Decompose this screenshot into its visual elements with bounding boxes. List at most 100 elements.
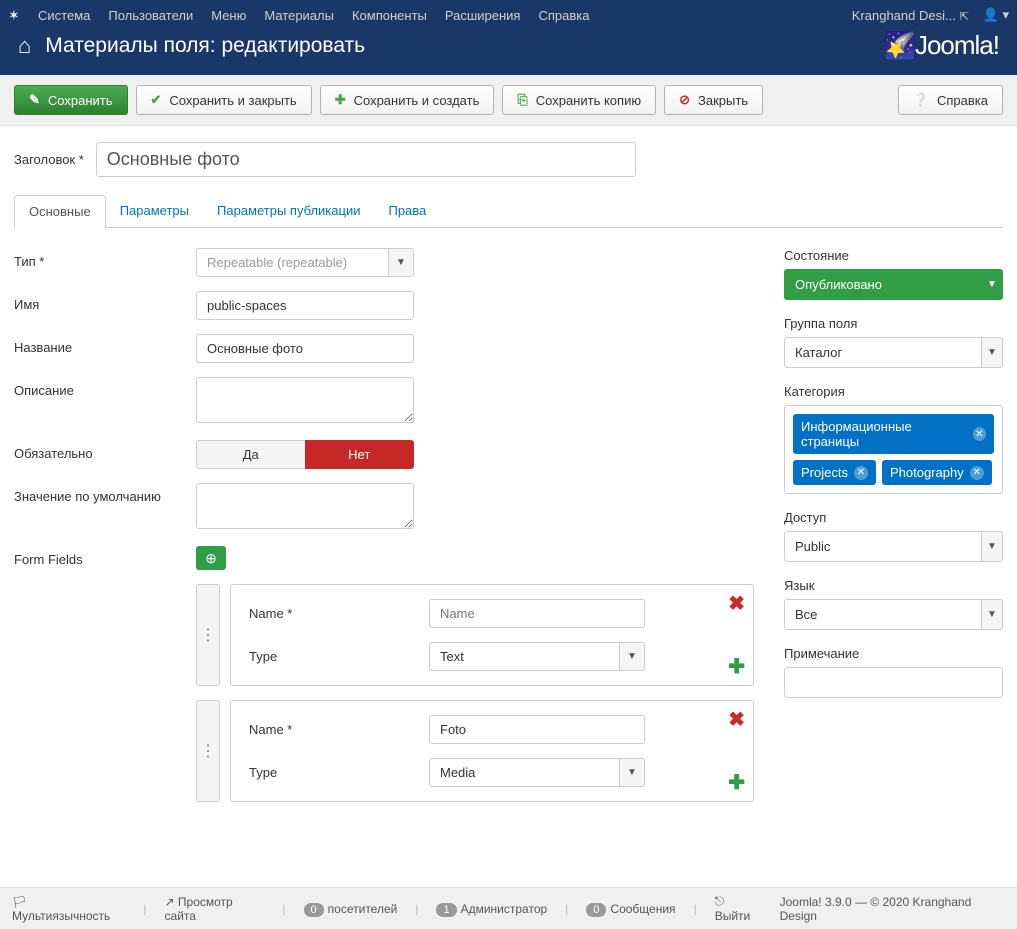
caption-label: Название xyxy=(14,334,196,355)
rf-type-select[interactable]: Media ▼ xyxy=(429,758,645,787)
status-label: Состояние xyxy=(784,248,1003,263)
save-copy-button[interactable]: ⎘Сохранить копию xyxy=(502,85,656,115)
formfields-label: Form Fields xyxy=(14,546,196,567)
default-label: Значение по умолчанию xyxy=(14,483,196,504)
remove-item-button[interactable]: ✖ xyxy=(728,591,745,616)
description-label: Описание xyxy=(14,377,196,398)
remove-tag-icon[interactable]: ✕ xyxy=(970,466,984,480)
messages-link[interactable]: 0Сообщения xyxy=(586,902,675,916)
joomla-icon: ✶ xyxy=(8,7,26,24)
remove-tag-icon[interactable]: ✕ xyxy=(854,466,868,480)
remove-tag-icon[interactable]: ✕ xyxy=(973,427,986,441)
menu-content[interactable]: Материалы xyxy=(264,8,334,23)
cancel-icon: ⊘ xyxy=(679,92,690,108)
multilang-link[interactable]: 🏳 Мультиязычность xyxy=(12,895,125,923)
status-select[interactable]: Опубликовано▼ xyxy=(784,269,1003,300)
view-site-link[interactable]: ↗ Просмотр сайта xyxy=(165,895,265,923)
save-close-button[interactable]: ✔Сохранить и закрыть xyxy=(136,85,312,115)
menu-users[interactable]: Пользователи xyxy=(108,8,193,23)
type-label: Тип * xyxy=(14,248,196,269)
description-textarea[interactable] xyxy=(196,377,414,423)
home-icon: ⌂ xyxy=(18,33,31,59)
drag-handle-icon[interactable]: ⋮ xyxy=(196,584,220,686)
category-label: Категория xyxy=(784,384,1003,399)
copyright: Joomla! 3.9.0 — © 2020 Kranghand Design xyxy=(780,895,1005,923)
category-tag: Информационные страницы✕ xyxy=(793,414,994,454)
category-tagbox[interactable]: Информационные страницы✕ Projects✕ Photo… xyxy=(784,405,1003,494)
access-select[interactable]: Public▼ xyxy=(784,531,1003,562)
menu-components[interactable]: Компоненты xyxy=(352,8,427,23)
rf-name-label: Name * xyxy=(249,722,429,737)
chevron-down-icon: ▼ xyxy=(619,642,645,671)
required-toggle[interactable]: Да Нет xyxy=(196,440,414,469)
add-formfield-button[interactable]: ⊕ xyxy=(196,546,226,570)
tab-general[interactable]: Основные xyxy=(14,195,106,228)
page-title: Материалы поля: редактировать xyxy=(45,34,883,58)
type-select[interactable]: Repeatable (repeatable) ▼ xyxy=(196,248,414,277)
required-yes[interactable]: Да xyxy=(196,440,305,469)
chevron-down-icon: ▼ xyxy=(981,337,1003,368)
drag-handle-icon[interactable]: ⋮ xyxy=(196,700,220,802)
rf-name-label: Name * xyxy=(249,606,429,621)
chevron-down-icon: ▼ xyxy=(981,269,1003,300)
admins-link[interactable]: 1Администратор xyxy=(436,902,547,916)
tabs: Основные Параметры Параметры публикации … xyxy=(14,195,1003,228)
help-button[interactable]: ❔Справка xyxy=(898,85,1003,115)
copy-icon: ⎘ xyxy=(517,92,527,108)
group-label: Группа поля xyxy=(784,316,1003,331)
category-tag: Projects✕ xyxy=(793,460,876,485)
visitors-link[interactable]: 0посетителей xyxy=(304,902,398,916)
action-toolbar: ✎Сохранить ✔Сохранить и закрыть ✚Сохрани… xyxy=(0,75,1017,126)
add-after-button[interactable]: ✚ xyxy=(728,654,745,679)
top-nav: ✶ Система Пользователи Меню Материалы Ко… xyxy=(0,0,1017,30)
save-button[interactable]: ✎Сохранить xyxy=(14,85,128,115)
joomla-brand: 🌠Joomla! xyxy=(884,30,999,61)
title-label: Заголовок * xyxy=(14,152,84,167)
logout-link[interactable]: ⎋ Выйти xyxy=(715,894,762,923)
tab-options[interactable]: Параметры xyxy=(106,195,203,227)
category-tag: Photography✕ xyxy=(882,460,992,485)
title-input[interactable] xyxy=(96,142,636,177)
group-select[interactable]: Каталог▼ xyxy=(784,337,1003,368)
required-no[interactable]: Нет xyxy=(305,440,415,469)
note-input[interactable] xyxy=(784,667,1003,698)
external-icon: ⇱ xyxy=(959,11,968,23)
top-menu: Система Пользователи Меню Материалы Комп… xyxy=(38,8,589,23)
tab-publishing[interactable]: Параметры публикации xyxy=(203,195,374,227)
rf-type-label: Type xyxy=(249,765,429,780)
repeat-item: ⋮ ✖ Name * Type Media ▼ xyxy=(196,700,754,802)
menu-menu[interactable]: Меню xyxy=(211,8,246,23)
add-after-button[interactable]: ✚ xyxy=(728,770,745,795)
question-icon: ❔ xyxy=(913,92,929,108)
note-label: Примечание xyxy=(784,646,1003,661)
name-input[interactable] xyxy=(196,291,414,320)
name-label: Имя xyxy=(14,291,196,312)
rf-name-input[interactable] xyxy=(429,715,645,744)
rf-type-select[interactable]: Text ▼ xyxy=(429,642,645,671)
chevron-down-icon: ▼ xyxy=(619,758,645,787)
menu-system[interactable]: Система xyxy=(38,8,90,23)
access-label: Доступ xyxy=(784,510,1003,525)
repeat-item: ⋮ ✖ Name * Type Text ▼ xyxy=(196,584,754,686)
status-bar: 🏳 Мультиязычность | ↗ Просмотр сайта | 0… xyxy=(0,887,1017,929)
chevron-down-icon: ▼ xyxy=(981,531,1003,562)
tab-permissions[interactable]: Права xyxy=(374,195,440,227)
menu-help[interactable]: Справка xyxy=(538,8,589,23)
rf-type-label: Type xyxy=(249,649,429,664)
required-label: Обязательно xyxy=(14,440,196,461)
site-name-link[interactable]: Kranghand Desi... ⇱ xyxy=(852,8,969,23)
plus-icon: ✚ xyxy=(335,92,346,108)
default-textarea[interactable] xyxy=(196,483,414,529)
check-icon: ✔ xyxy=(151,92,162,108)
menu-extensions[interactable]: Расширения xyxy=(445,8,521,23)
close-button[interactable]: ⊘Закрыть xyxy=(664,85,763,115)
user-menu-icon[interactable]: 👤 ▾ xyxy=(983,7,1009,23)
chevron-down-icon: ▼ xyxy=(388,248,414,277)
language-label: Язык xyxy=(784,578,1003,593)
language-select[interactable]: Все▼ xyxy=(784,599,1003,630)
chevron-down-icon: ▼ xyxy=(981,599,1003,630)
caption-input[interactable] xyxy=(196,334,414,363)
save-new-button[interactable]: ✚Сохранить и создать xyxy=(320,85,495,115)
rf-name-input[interactable] xyxy=(429,599,645,628)
remove-item-button[interactable]: ✖ xyxy=(728,707,745,732)
